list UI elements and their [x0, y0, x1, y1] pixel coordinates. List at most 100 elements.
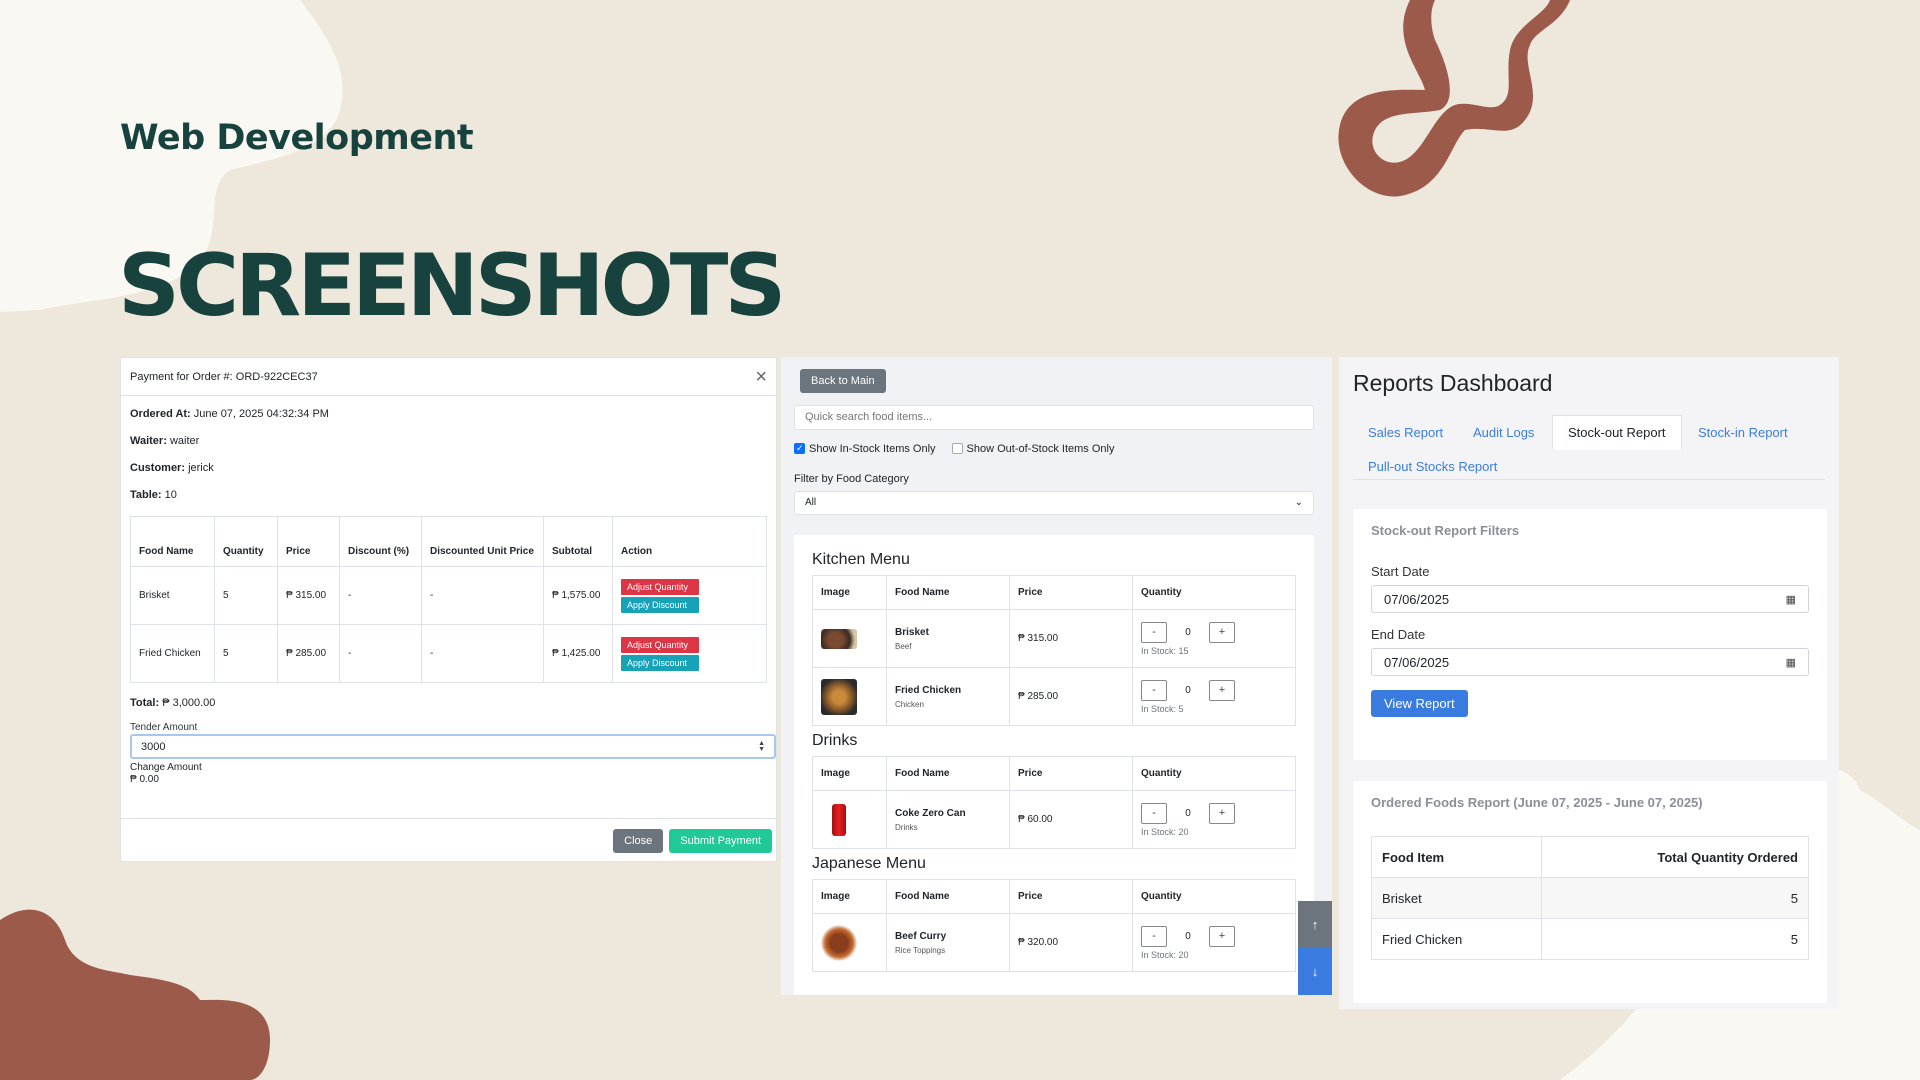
food-search-input[interactable]: Quick search food items...: [794, 405, 1314, 430]
price-cell: ₱ 60.00: [1009, 790, 1133, 849]
quantity-stepper: -0 +: [1141, 621, 1287, 643]
column-header: Price: [1009, 756, 1133, 791]
table-row: Coke Zero Can Drinks ₱ 60.00 -0 + In Stock…: [812, 790, 1296, 849]
customer: Customer: jerick: [130, 462, 767, 474]
column-header: Action: [612, 516, 767, 567]
category-filter-label: Filter by Food Category: [794, 473, 909, 485]
increment-button[interactable]: +: [1209, 679, 1235, 701]
decrement-button[interactable]: -: [1141, 802, 1167, 824]
menu-table: Image Food Name Price Quantity Brisket Be…: [812, 575, 1296, 726]
section-title: Drinks: [812, 732, 858, 749]
column-header: Total Quantity Ordered: [1541, 836, 1809, 878]
stock-count: In Stock: 20: [1141, 949, 1189, 960]
view-report-button[interactable]: View Report: [1371, 690, 1468, 717]
total-label: Total:: [130, 697, 160, 709]
column-header: Image: [812, 879, 887, 914]
close-button[interactable]: Close: [613, 829, 664, 853]
column-header: Quantity: [1132, 575, 1296, 610]
table-value: 10: [164, 489, 177, 501]
start-date-label: Start Date: [1371, 564, 1430, 579]
calendar-icon[interactable]: ▦: [1786, 656, 1796, 669]
column-header: Quantity: [1132, 879, 1296, 914]
apply-discount-button[interactable]: Apply Discount: [621, 654, 699, 671]
tender-amount-input[interactable]: 3000 ▲ ▼: [130, 734, 776, 759]
quantity-cell: -0 + In Stock: 20: [1132, 790, 1296, 849]
table-row: Beef Curry Rice Toppings ₱ 320.00 -0 + In …: [812, 913, 1296, 972]
scroll-up-button[interactable]: ↑: [1298, 901, 1332, 948]
increment-button[interactable]: +: [1209, 621, 1235, 643]
food-name-cell: Coke Zero Can Drinks: [886, 790, 1010, 849]
quantity-value[interactable]: 0: [1167, 931, 1209, 942]
tab-stock-in-report[interactable]: Stock-in Report: [1683, 416, 1803, 449]
column-header: Price: [277, 516, 340, 567]
spinner-icon[interactable]: ▲ ▼: [758, 740, 765, 753]
section-title: Japanese Menu: [812, 855, 926, 872]
scroll-down-button[interactable]: ↓: [1298, 948, 1332, 995]
coke-can-image: [832, 803, 846, 836]
tab-pull-out-stocks-report[interactable]: Pull-out Stocks Report: [1353, 450, 1512, 483]
waiter-label: Waiter:: [130, 435, 167, 447]
submit-payment-button[interactable]: Submit Payment: [669, 829, 772, 853]
quantity-cell: 5: [214, 624, 278, 683]
food-name-cell: Brisket: [130, 566, 215, 625]
quantity-value[interactable]: 0: [1167, 685, 1209, 696]
filters-card: Stock-out Report Filters Start Date 07/0…: [1353, 509, 1827, 760]
apply-discount-button[interactable]: Apply Discount: [621, 596, 699, 613]
main-heading: SCREENSHOTS: [118, 236, 786, 336]
checkbox-checked-icon[interactable]: [794, 443, 805, 454]
increment-button[interactable]: +: [1209, 925, 1235, 947]
change-value: ₱ 0.00: [130, 774, 159, 785]
tab-stock-out-report[interactable]: Stock-out Report: [1552, 415, 1682, 450]
modal-footer: Close Submit Payment: [121, 818, 776, 861]
start-date-input[interactable]: 07/06/2025 ▦: [1371, 585, 1809, 613]
column-header: Image: [812, 575, 887, 610]
modal-header: Payment for Order #: ORD-922CEC37 ×: [121, 358, 776, 396]
arrow-down-icon: ↓: [1311, 964, 1319, 979]
decrement-button[interactable]: -: [1141, 925, 1167, 947]
adjust-quantity-button[interactable]: Adjust Quantity: [621, 636, 699, 653]
filters-title: Stock-out Report Filters: [1371, 523, 1520, 538]
menu-card: Kitchen Menu Image Food Name Price Quant…: [794, 535, 1314, 995]
action-cell: Adjust Quantity Apply Discount: [612, 566, 767, 625]
column-header: Subtotal: [543, 516, 613, 567]
out-of-stock-checkbox[interactable]: Show Out-of-Stock Items Only: [951, 443, 1114, 455]
stock-count: In Stock: 5: [1141, 703, 1184, 714]
end-date-input[interactable]: 07/06/2025 ▦: [1371, 648, 1809, 676]
subtotal-cell: ₱ 1,575.00: [543, 566, 613, 625]
price-cell: ₱ 285.00: [277, 624, 340, 683]
fried-chicken-image: [821, 678, 857, 715]
tab-sales-report[interactable]: Sales Report: [1353, 416, 1458, 449]
column-header: Quantity: [214, 516, 278, 567]
column-header: Food Name: [130, 516, 215, 567]
payment-modal: Payment for Order #: ORD-922CEC37 × Orde…: [120, 357, 777, 862]
chevron-down-icon: ⌄: [1294, 497, 1303, 508]
column-header: Image: [812, 756, 887, 791]
table-number: Table: 10: [130, 489, 767, 501]
adjust-quantity-button[interactable]: Adjust Quantity: [621, 578, 699, 595]
in-stock-checkbox[interactable]: Show In-Stock Items Only: [794, 443, 936, 455]
column-header: Food Name: [886, 879, 1010, 914]
category-select[interactable]: All ⌄: [794, 491, 1314, 515]
back-to-main-button[interactable]: Back to Main: [800, 369, 886, 393]
tender-value: 3000: [141, 740, 166, 753]
food-name: Brisket: [895, 626, 929, 638]
food-name: Coke Zero Can: [895, 807, 966, 819]
brisket-image: [821, 628, 857, 649]
beef-curry-image: [821, 924, 857, 961]
quantity-value[interactable]: 0: [1167, 627, 1209, 638]
close-icon[interactable]: ×: [755, 367, 767, 387]
decrement-button[interactable]: -: [1141, 679, 1167, 701]
food-image-cell: [812, 790, 887, 849]
checkbox-unchecked-icon[interactable]: [951, 443, 963, 454]
food-name: Beef Curry: [895, 930, 947, 942]
column-header: Food Name: [886, 575, 1010, 610]
increment-button[interactable]: +: [1209, 802, 1235, 824]
tab-audit-logs[interactable]: Audit Logs: [1458, 416, 1549, 449]
modal-title: Payment for Order #: ORD-922CEC37: [130, 370, 318, 383]
calendar-icon[interactable]: ▦: [1786, 593, 1796, 606]
decrement-button[interactable]: -: [1141, 621, 1167, 643]
column-header: Quantity: [1132, 756, 1296, 791]
waiter-value: waiter: [169, 435, 200, 447]
quantity-value[interactable]: 0: [1167, 808, 1209, 819]
quantity-cell: 5: [1541, 877, 1809, 919]
